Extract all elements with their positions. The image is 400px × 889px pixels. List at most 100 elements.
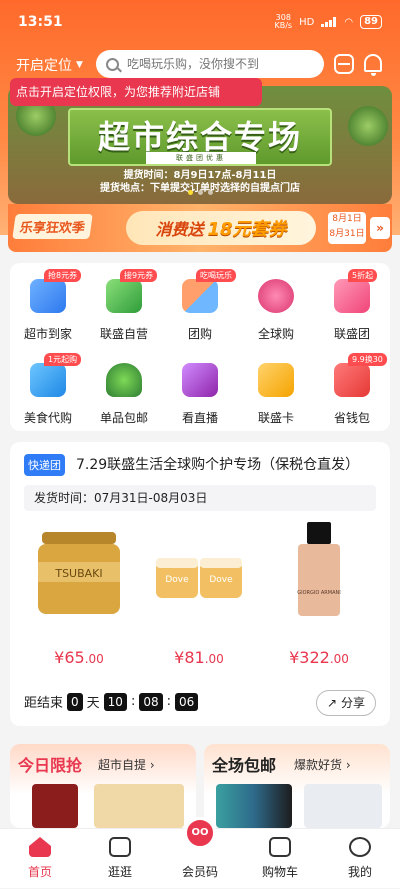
tab-label: 会员码 (181, 865, 218, 879)
share-button[interactable]: ↗ 分享 (316, 690, 376, 716)
product-brand: Dove (209, 575, 233, 585)
member-code-icon: OO (184, 817, 216, 849)
bell-icon[interactable] (364, 54, 382, 76)
tab-member-code[interactable]: OO 会员码 (160, 817, 240, 889)
category-badge: 9.9换30 (348, 353, 387, 366)
deal-title: 7.29联盛生活全球购个护专场（保税仓直发） (76, 457, 360, 473)
promo-dates: 8月1日 8月31日 (328, 212, 366, 244)
promo-card-subtitle[interactable]: 爆款好货 › (294, 756, 351, 773)
tab-home[interactable]: 首页 (0, 829, 80, 889)
countdown-hours: 10 (103, 692, 127, 711)
category-self-operated[interactable]: 接9元券 联盛自营 (86, 263, 162, 343)
tab-label: 购物车 (261, 865, 298, 879)
category-live[interactable]: 看直播 (162, 347, 238, 427)
product-brand: TSUBAKI (54, 567, 102, 580)
promo-text: 消费送 (155, 220, 204, 239)
category-supermarket[interactable]: 抢8元券 超市到家 (10, 263, 86, 343)
cart-icon (30, 363, 66, 397)
supermarket-icon (30, 279, 66, 313)
product-card[interactable]: Dove Dove ¥81.00 (144, 518, 254, 668)
product-price: ¥322.00 (289, 648, 349, 667)
category-badge: 吃喝玩乐 (196, 269, 236, 282)
category-label: 团购 (187, 327, 212, 341)
category-wallet[interactable]: 9.9换30 省钱包 (314, 347, 390, 427)
product-image-dove: Dove Dove (156, 558, 242, 598)
globe-icon (258, 279, 294, 313)
ship-time: 发货时间：07月31日-08月03日 (24, 485, 376, 511)
product-image-tsubaki: TSUBAKI (38, 532, 120, 614)
network-type: HD (299, 16, 315, 28)
search-icon (106, 57, 119, 71)
product-brand: GIORGIO ARMANI (297, 590, 340, 596)
share-icon: ↗ (327, 696, 338, 710)
home-icon (29, 837, 51, 857)
product-brand: Dove (165, 575, 189, 585)
flash-deal-card[interactable]: 快递团 7.29联盛生活全球购个护专场（保税仓直发） 发货时间：07月31日-0… (10, 442, 390, 726)
category-lianshengtuan[interactable]: 5折起 联盛团 (314, 263, 390, 343)
product-price: ¥65.00 (54, 648, 104, 667)
cart-icon (269, 837, 291, 857)
category-label: 联盛团 (333, 327, 370, 341)
free-shipping-card[interactable]: 全场包邮 爆款好货 › (204, 744, 390, 828)
product-card[interactable]: GIORGIO ARMANI ¥322.00 (264, 518, 374, 668)
tab-profile[interactable]: 我的 (320, 829, 400, 889)
category-grid: 抢8元券 超市到家 接9元券 联盛自营 吃喝玩乐 团购 全球购 5折起 联盛团 … (10, 263, 390, 431)
countdown-days-unit: 天 (86, 696, 100, 711)
signal-icon (321, 17, 337, 27)
profile-icon (349, 837, 371, 857)
banner-subtitle: 联盛团优惠 (146, 152, 256, 164)
today-flash-sale-card[interactable]: 今日限抢 超市自提 › (10, 744, 196, 828)
search-bar[interactable] (96, 50, 324, 78)
status-bar: 13:51 308 KB/s HD ◠ 89 (0, 0, 400, 44)
promo-card-subtitle[interactable]: 超市自提 › (98, 756, 155, 773)
promo-card-title: 全场包邮 (212, 756, 277, 775)
tab-browse[interactable]: 逛逛 (80, 829, 160, 889)
category-label: 超市到家 (23, 327, 72, 341)
category-label: 全球购 (257, 327, 294, 341)
category-label: 联盛自营 (99, 327, 148, 341)
shopping-bag-icon (109, 837, 131, 857)
card-icon (258, 363, 294, 397)
category-badge: 5折起 (348, 269, 378, 282)
category-badge: 接9元券 (120, 269, 158, 282)
tab-label: 我的 (347, 865, 372, 879)
promo-coupon: 18元套券 (207, 219, 287, 240)
groupbuy-icon (182, 279, 218, 313)
coupon-promo-strip[interactable]: 乐享狂欢季 消费送 18元套券 8月1日 8月31日 » (8, 204, 392, 252)
location-permission-tooltip[interactable]: 点击开启定位权限，为您推荐附近店铺 (10, 78, 262, 106)
bag-icon (334, 279, 370, 313)
status-time: 13:51 (18, 14, 63, 30)
tab-cart[interactable]: 购物车 (240, 829, 320, 889)
category-label: 联盛卡 (257, 411, 294, 425)
category-label: 单品包邮 (99, 411, 148, 425)
basket-icon (106, 279, 142, 313)
category-free-shipping[interactable]: 单品包邮 (86, 347, 162, 427)
promo-tag: 乐享狂欢季 (12, 214, 93, 239)
location-label: 开启定位 (16, 58, 72, 74)
battery-icon: 89 (360, 15, 382, 29)
countdown-label: 距结束 (24, 696, 64, 711)
promo-main: 消费送 18元套券 (126, 211, 316, 245)
countdown-minutes: 08 (139, 692, 163, 711)
product-thumbnail (94, 784, 184, 828)
search-input[interactable] (127, 57, 307, 71)
chevron-down-icon: ▼ (76, 60, 83, 70)
product-card[interactable]: TSUBAKI ¥65.00 (24, 518, 134, 668)
redpacket-icon (334, 363, 370, 397)
category-card[interactable]: 联盛卡 (238, 347, 314, 427)
countdown-days: 0 (67, 692, 83, 711)
location-button[interactable]: 开启定位 ▼ (16, 55, 83, 75)
promo-arrow-icon[interactable]: » (370, 217, 390, 239)
countdown-seconds: 06 (175, 692, 199, 711)
scan-icon[interactable] (334, 54, 354, 74)
express-group-tag: 快递团 (24, 454, 65, 476)
net-speed: 308 KB/s (274, 13, 293, 30)
category-groupbuy[interactable]: 吃喝玩乐 团购 (162, 263, 238, 343)
category-global[interactable]: 全球购 (238, 263, 314, 343)
category-badge: 抢8元券 (44, 269, 82, 282)
product-image-armani: GIORGIO ARMANI (297, 522, 341, 616)
category-label: 省钱包 (333, 411, 370, 425)
category-badge: 1元起购 (44, 353, 82, 366)
category-food-delivery[interactable]: 1元起购 美食代购 (10, 347, 86, 427)
wifi-icon: ◠ (344, 16, 354, 28)
